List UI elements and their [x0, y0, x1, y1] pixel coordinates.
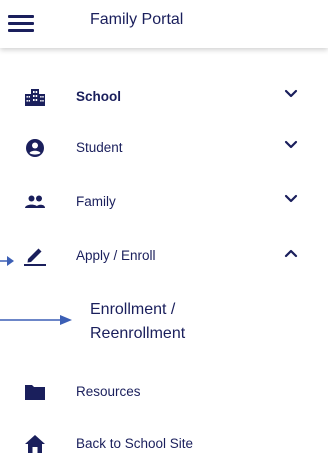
chevron-up-icon[interactable]: [284, 248, 298, 258]
nav-label-back-to-school-site: Back to School Site: [76, 436, 194, 451]
nav-label-family: Family: [76, 194, 116, 209]
nav-item-student[interactable]: Student: [0, 128, 328, 168]
pencil-edit-icon: [24, 246, 46, 266]
nav-label-resources: Resources: [76, 384, 141, 399]
chevron-down-icon[interactable]: [284, 194, 298, 204]
school-building-icon: [24, 87, 46, 107]
home-icon: [24, 434, 46, 454]
chevron-down-icon[interactable]: [284, 140, 298, 150]
sub-label-line2: Reenrollment: [90, 325, 186, 342]
chevron-down-icon[interactable]: [284, 89, 298, 99]
sub-label-line1: Enrollment /: [90, 301, 176, 318]
page-title: Family Portal: [90, 11, 184, 28]
hamburger-menu-icon[interactable]: [8, 14, 34, 32]
account-circle-icon: [24, 138, 46, 158]
sub-item-enrollment-reenrollment[interactable]: Enrollment / Reenrollment: [90, 298, 290, 352]
nav-item-resources[interactable]: Resources: [0, 372, 328, 412]
nav-item-apply-enroll[interactable]: Apply / Enroll: [0, 236, 328, 276]
nav-item-back-to-school-site[interactable]: Back to School Site: [0, 424, 328, 460]
nav-label-school: School: [76, 89, 122, 104]
nav-label-student: Student: [76, 140, 123, 155]
annotation-arrow: [0, 315, 72, 325]
nav-item-family[interactable]: Family: [0, 182, 328, 222]
people-icon: [24, 192, 46, 212]
annotation-arrow: [0, 256, 14, 266]
folder-icon: [24, 382, 46, 402]
nav-item-school[interactable]: School: [0, 77, 328, 117]
app-header: Family Portal: [0, 0, 328, 48]
nav-label-apply-enroll: Apply / Enroll: [76, 248, 156, 263]
